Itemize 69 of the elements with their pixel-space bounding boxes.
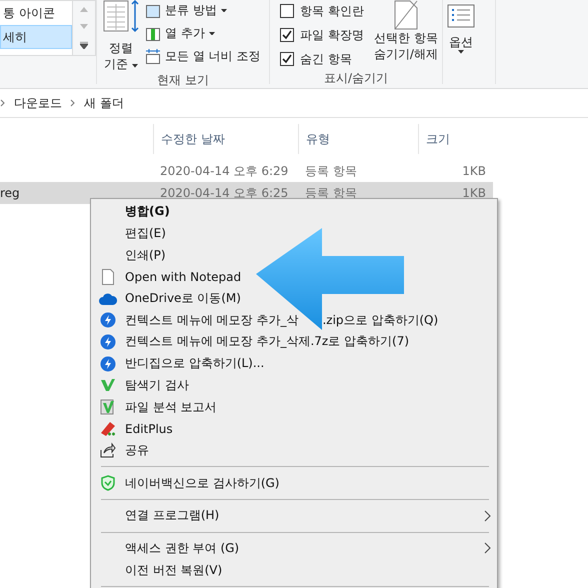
menu-item[interactable]: 네이버백신으로 검사하기(G) xyxy=(91,472,497,494)
menu-item[interactable]: Open with Notepad xyxy=(91,266,497,288)
caret-icon xyxy=(220,8,227,12)
pencil-icon xyxy=(99,420,117,438)
chevron-icon xyxy=(484,510,491,522)
cloud-icon xyxy=(99,292,117,305)
menu-item[interactable]: 이전 버전 복원(V) xyxy=(91,559,497,581)
breadcrumb-item[interactable]: 다운로드 xyxy=(14,94,62,112)
report-icon xyxy=(100,399,116,416)
options-button[interactable]: 옵션 xyxy=(443,0,479,84)
caret-icon xyxy=(132,64,138,68)
date-cell-text: 2020-04-14 오후 6:29 xyxy=(159,162,290,180)
checkbox[interactable] xyxy=(280,28,294,42)
checkbox-label: 숨긴 항목 xyxy=(300,50,352,68)
chevron-icon xyxy=(484,542,491,554)
type-cell-text: 등록 항목 xyxy=(304,162,358,180)
sort-by-button[interactable]: 정렬 기준 xyxy=(97,0,145,72)
checkbox[interactable] xyxy=(280,52,294,66)
layout-option[interactable]: 통 아이콘 xyxy=(0,1,72,25)
size-cell-text: 1KB xyxy=(461,186,487,200)
lightning-icon xyxy=(100,356,116,372)
document-icon xyxy=(102,268,114,285)
menu-item[interactable]: EditPlus xyxy=(91,418,497,440)
checkbox[interactable] xyxy=(280,4,294,18)
size-cell-text: 1KB xyxy=(461,164,487,178)
file-row[interactable]: 2020-04-14 오후 6:29 등록 항목 1KB xyxy=(0,160,493,182)
share-icon xyxy=(100,442,116,458)
checkmark-icon xyxy=(100,377,116,394)
view-command[interactable]: 분류 방법 xyxy=(145,0,260,21)
menu-item[interactable]: 반디집으로 압축하기(L)... xyxy=(91,352,497,374)
column-width-icon xyxy=(145,48,161,64)
layout-option[interactable]: 세히 xyxy=(0,25,72,49)
hide-selected-button[interactable]: 선택한 항목 숨기기/해제 xyxy=(370,0,442,70)
checkbox-label: 항목 확인란 xyxy=(300,2,364,20)
group-label: 현재 보기 xyxy=(156,72,210,89)
shield-check-icon xyxy=(100,475,116,492)
expand-icon[interactable] xyxy=(80,42,88,49)
checklist-icon xyxy=(447,4,475,28)
view-command[interactable]: 열 추가 xyxy=(145,23,260,44)
menu-item[interactable]: 병합(G) xyxy=(91,201,497,223)
menu-item[interactable]: 연결 프로그램(H) xyxy=(91,504,497,527)
menu-item-text[interactable]: .zip으로 압축하기(Q) xyxy=(322,312,438,329)
menu-item[interactable]: 공유 xyxy=(91,440,497,462)
breadcrumb-item[interactable]: 새 폴더 xyxy=(84,94,124,112)
checkbox-label: 파일 확장명 xyxy=(300,26,364,44)
column-header[interactable]: 유형 xyxy=(298,124,418,154)
lightning-icon xyxy=(100,312,116,328)
chevron-icon xyxy=(70,99,76,107)
caret-icon xyxy=(458,50,464,54)
date-cell-text: 2020-04-14 오후 6:25 xyxy=(159,184,290,202)
menu-item[interactable]: 탐색기 검사 xyxy=(91,374,497,396)
caret-icon xyxy=(208,32,215,36)
column-header[interactable]: 크기 xyxy=(418,124,493,154)
grouping-icon xyxy=(145,2,161,18)
menu-item[interactable]: 액세스 권한 부여 (G) xyxy=(91,538,497,560)
menu-item[interactable]: OneDrive로 이동(M) xyxy=(91,288,497,310)
menu-item[interactable]: 파일 분석 보고서 xyxy=(91,396,497,418)
file-name: reg xyxy=(0,186,21,200)
menu-item[interactable]: 컨텍스트 메뉴에 메모장 추가_삭제.7z로 압축하기(7) xyxy=(91,331,497,353)
menu-item-text[interactable]: 컨텍스트 메뉴에 메모장 추가_삭 xyxy=(125,312,298,329)
menu-item[interactable]: 인쇄(P) xyxy=(91,244,497,266)
group-label: 표시/숨기기 xyxy=(322,70,390,87)
lightning-icon xyxy=(100,334,116,350)
menu-item[interactable]: 편집(E) xyxy=(91,222,497,244)
view-command[interactable]: 모든 열 너비 조정 xyxy=(145,46,260,67)
column-header[interactable]: 수정한 날짜 xyxy=(153,124,298,154)
add-column-icon xyxy=(145,26,161,42)
list-scrollbar[interactable] xyxy=(73,0,96,56)
chevron-icon xyxy=(0,99,6,107)
